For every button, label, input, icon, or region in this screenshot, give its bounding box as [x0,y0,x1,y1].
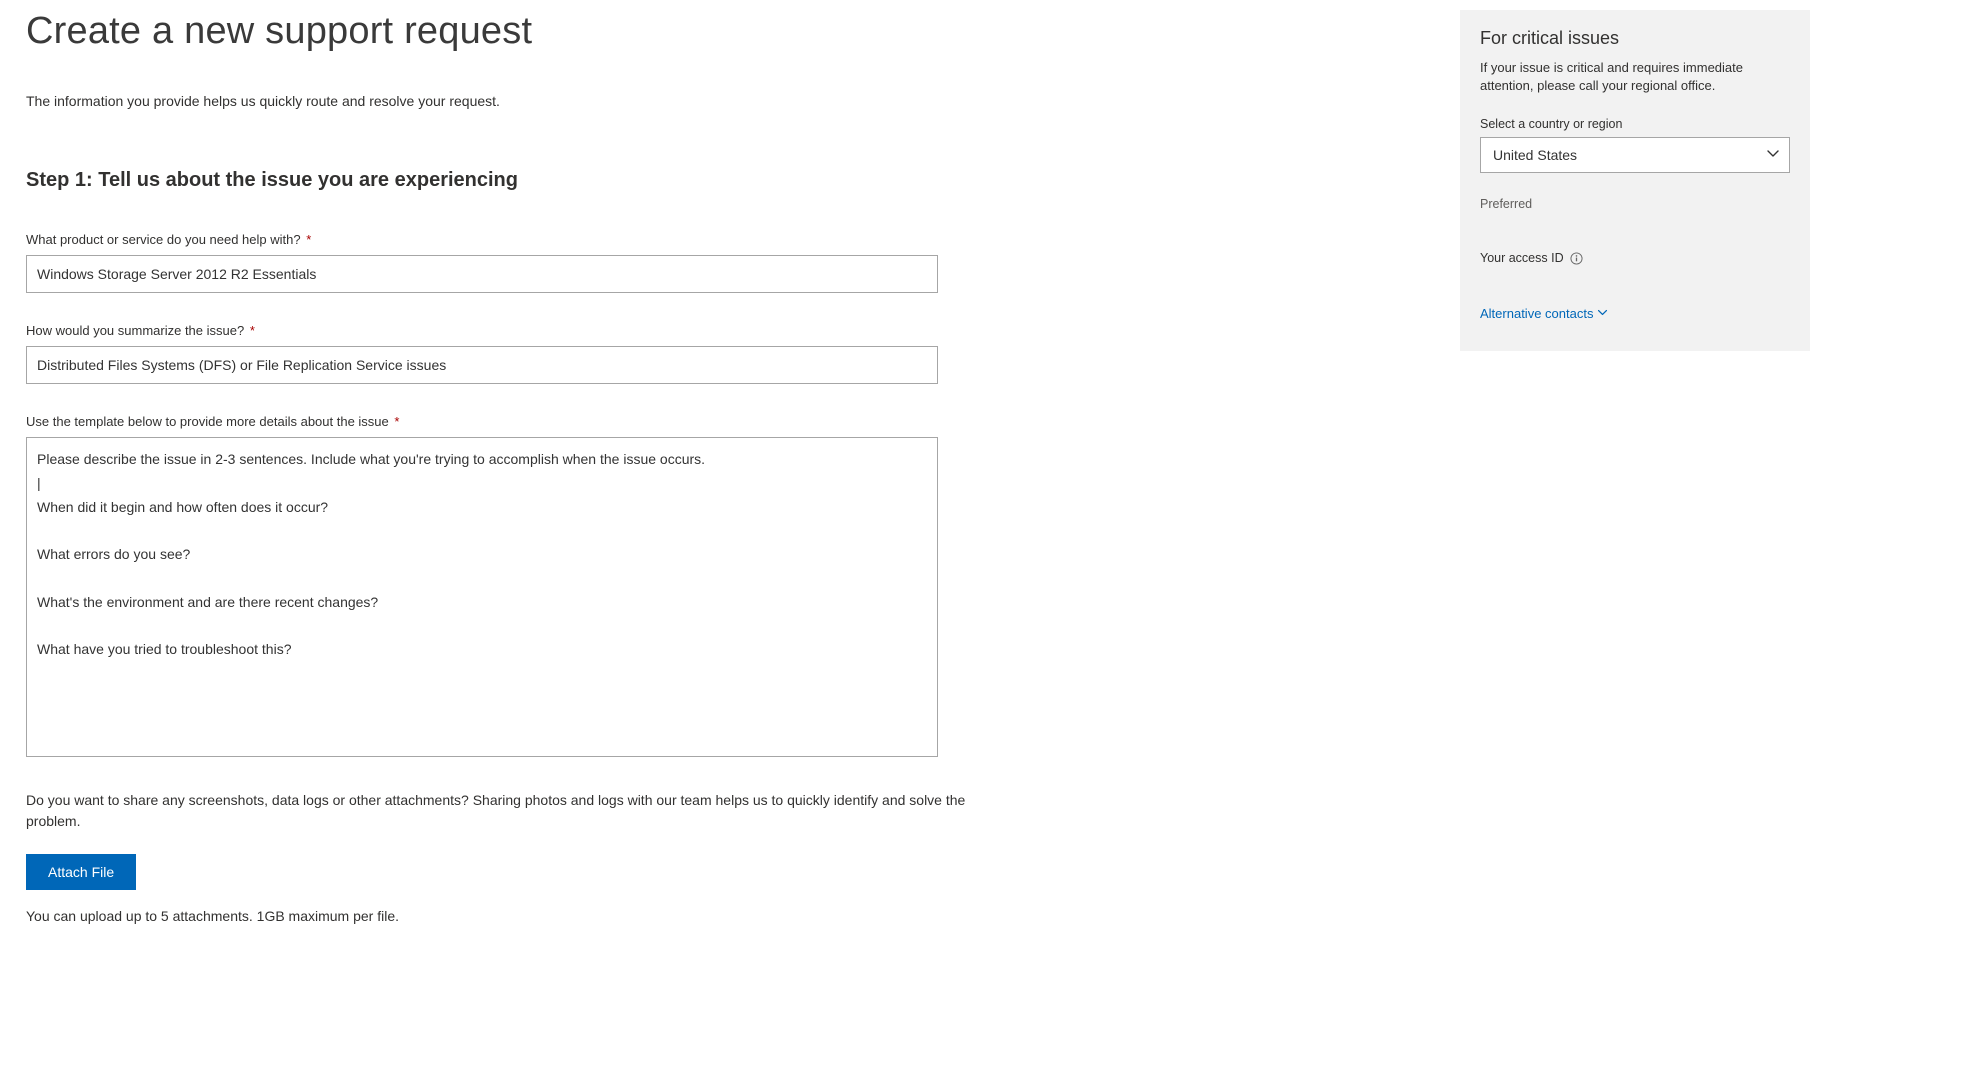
summary-label: How would you summarize the issue? * [26,323,1040,338]
page-title: Create a new support request [26,10,1040,53]
details-textarea[interactable] [26,437,938,757]
country-label: Select a country or region [1480,117,1790,131]
summary-label-text: How would you summarize the issue? [26,323,244,338]
step1-heading: Step 1: Tell us about the issue you are … [26,169,1040,192]
product-label-text: What product or service do you need help… [26,232,301,247]
critical-description: If your issue is critical and requires i… [1480,59,1790,95]
page-intro: The information you provide helps us qui… [26,93,1040,109]
details-label: Use the template below to provide more d… [26,414,1040,429]
required-marker: * [246,323,255,338]
chevron-down-icon [1597,306,1608,321]
alternative-contacts-link[interactable]: Alternative contacts [1480,306,1608,321]
critical-issues-panel: For critical issues If your issue is cri… [1460,10,1810,351]
access-id-label: Your access ID [1480,251,1564,265]
summary-input[interactable] [26,346,938,384]
details-label-text: Use the template below to provide more d… [26,414,389,429]
country-select[interactable]: United States [1480,137,1790,173]
alternative-contacts-label: Alternative contacts [1480,306,1593,321]
info-icon[interactable] [1570,252,1583,265]
required-marker: * [391,414,400,429]
attach-note: You can upload up to 5 attachments. 1GB … [26,908,1040,924]
attach-description: Do you want to share any screenshots, da… [26,790,966,832]
product-label: What product or service do you need help… [26,232,1040,247]
preferred-label: Preferred [1480,197,1790,211]
attach-file-button[interactable]: Attach File [26,854,136,890]
critical-heading: For critical issues [1480,28,1790,49]
country-selected-value: United States [1493,147,1577,163]
required-marker: * [303,232,312,247]
product-input[interactable] [26,255,938,293]
